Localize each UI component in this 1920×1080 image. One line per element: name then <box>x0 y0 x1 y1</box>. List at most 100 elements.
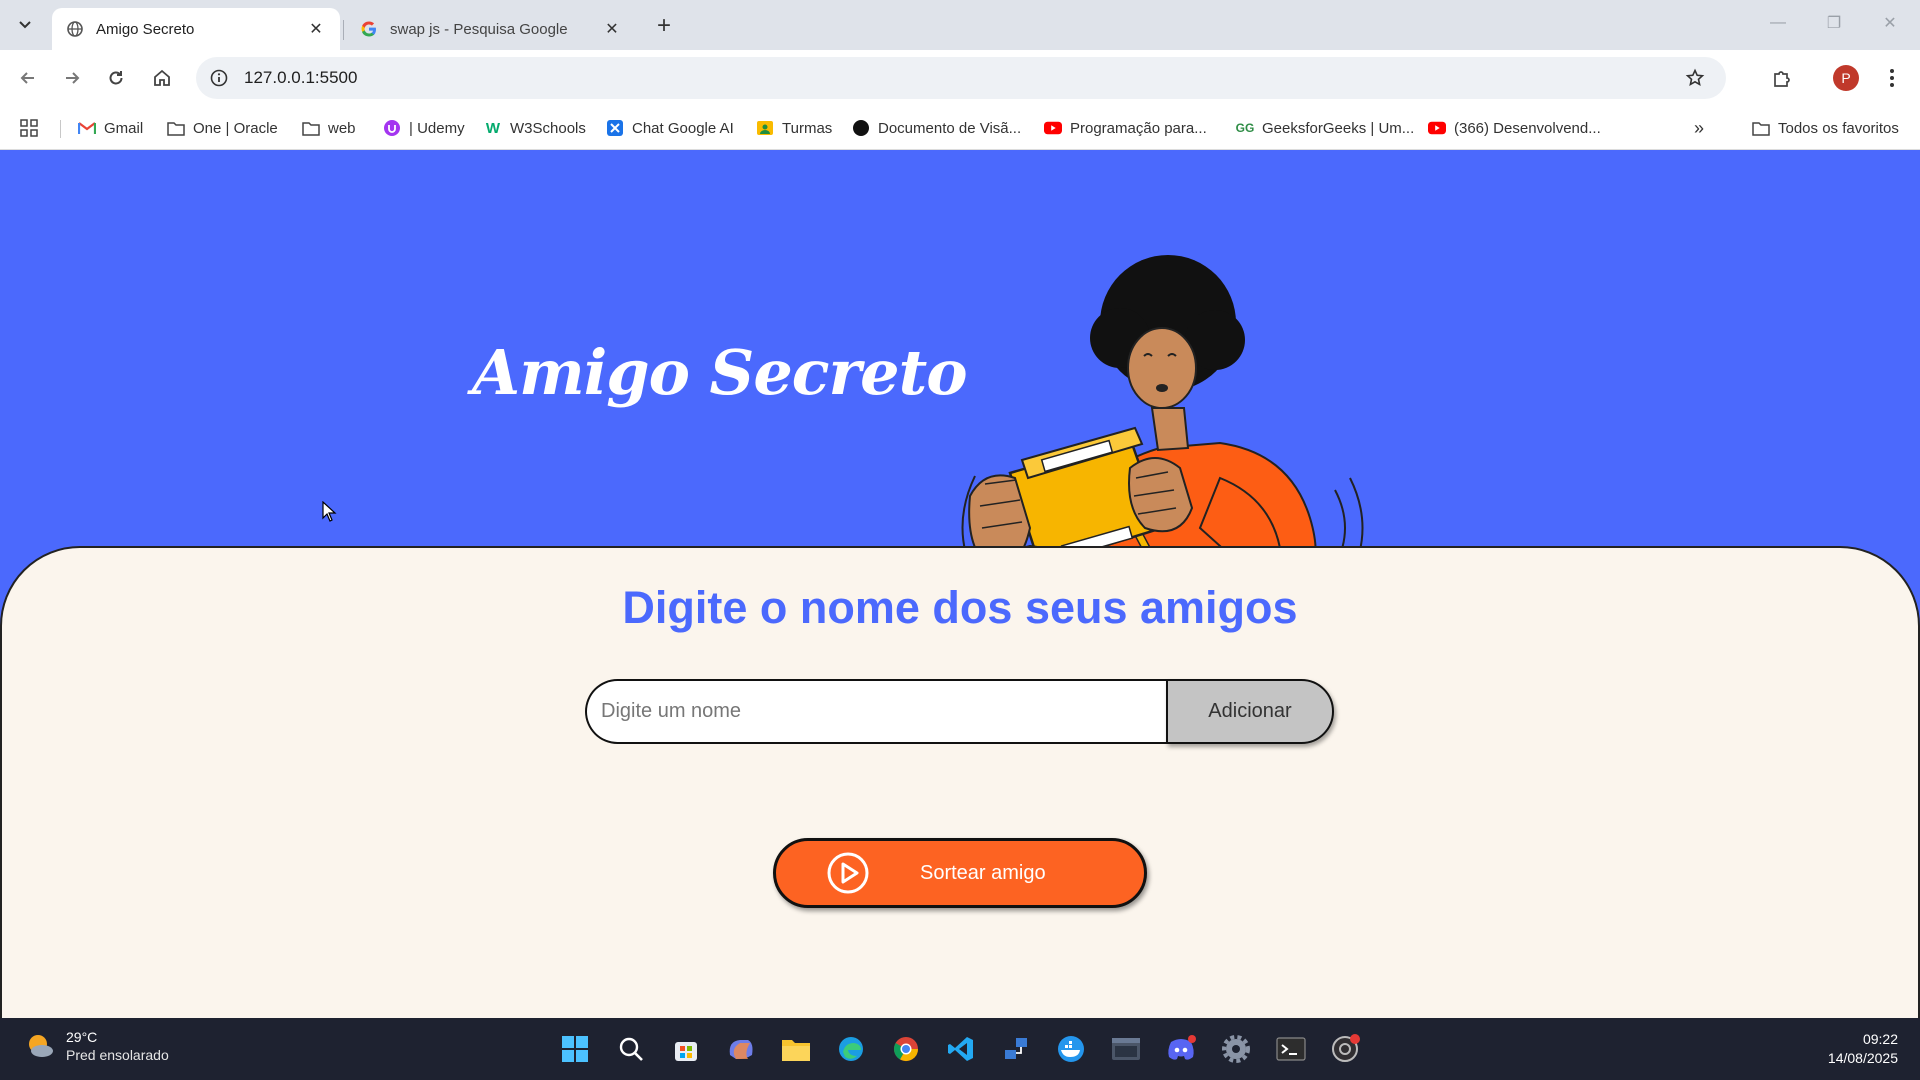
discord-icon <box>1168 1035 1196 1060</box>
apps-grid-icon <box>20 119 38 137</box>
bookmark-desenvolvendo[interactable]: (366) Desenvolvend... <box>1428 116 1601 140</box>
network-icon <box>1005 1038 1027 1059</box>
taskbar-settings[interactable] <box>1217 1030 1255 1068</box>
vscode-icon <box>948 1037 973 1061</box>
windows-logo-icon <box>562 1036 588 1062</box>
draw-button-label: Sortear amigo <box>920 861 1046 884</box>
page-viewport: Amigo Secreto Digite o nome dos seus ami… <box>0 150 1920 1018</box>
youtube-icon <box>1044 119 1062 137</box>
home-icon <box>154 69 170 86</box>
weather-widget[interactable]: 29°C Pred ensolarado <box>24 1028 169 1064</box>
gmail-icon <box>78 119 96 137</box>
home-button[interactable] <box>146 62 178 94</box>
bookmark-label: | Udemy <box>409 119 465 137</box>
tab-google-search[interactable]: swap js - Pesquisa Google ✕ <box>346 8 636 50</box>
close-icon[interactable]: ✕ <box>602 19 622 39</box>
bookmark-w3schools[interactable]: W W3Schools <box>484 116 586 140</box>
partly-sunny-icon <box>29 1035 53 1057</box>
mouse-pointer-icon <box>322 501 337 522</box>
bookmark-web[interactable]: web <box>302 116 356 140</box>
weather-condition: Pred ensolarado <box>66 1047 169 1063</box>
bookmark-label: Programação para... <box>1070 119 1207 137</box>
profile-button[interactable]: P <box>1830 62 1862 94</box>
taskbar-copilot[interactable] <box>722 1030 760 1068</box>
puzzle-icon <box>1774 71 1790 87</box>
taskbar-chrome[interactable] <box>887 1030 925 1068</box>
gear-icon <box>1222 1035 1250 1063</box>
forward-button[interactable] <box>56 62 88 94</box>
google-g-icon <box>360 20 378 38</box>
browser-toolbar: 127.0.0.1:5500 P <box>0 50 1920 106</box>
bookmark-geeksforgeeks[interactable]: GG GeeksforGeeks | Um... <box>1236 116 1415 140</box>
start-button[interactable] <box>556 1030 594 1068</box>
all-bookmarks-folder[interactable]: Todos os favoritos <box>1752 116 1899 140</box>
bookmark-udemy[interactable]: | Udemy <box>383 116 465 140</box>
bookmark-turmas[interactable]: Turmas <box>756 116 832 140</box>
taskbar-search-button[interactable] <box>612 1030 650 1068</box>
bookmark-label: web <box>328 119 356 137</box>
bookmark-label: One | Oracle <box>193 119 278 137</box>
address-bar[interactable]: 127.0.0.1:5500 <box>196 57 1726 99</box>
bookmark-label: (366) Desenvolvend... <box>1454 119 1601 137</box>
site-info-icon[interactable] <box>204 63 234 93</box>
arrow-right-icon <box>66 72 80 84</box>
tab-title: swap js - Pesquisa Google <box>390 20 568 38</box>
taskbar-discord[interactable] <box>1162 1030 1200 1068</box>
terminal-icon <box>1276 1037 1306 1061</box>
bookmark-chat-google-ai[interactable]: Chat Google AI <box>606 116 734 140</box>
bookmark-documento[interactable]: Documento de Visã... <box>852 116 1021 140</box>
minimize-button[interactable]: — <box>1758 8 1798 38</box>
w3schools-icon: W <box>485 119 501 137</box>
tab-amigo-secreto[interactable]: Amigo Secreto ✕ <box>52 8 340 50</box>
extensions-button[interactable] <box>1766 62 1798 94</box>
taskbar-file-explorer[interactable] <box>777 1030 815 1068</box>
bookmark-label: Turmas <box>782 119 833 137</box>
section-title: Digite o nome dos seus amigos <box>622 582 1298 633</box>
chrome-icon <box>893 1037 918 1062</box>
taskbar-window-app[interactable] <box>1107 1030 1145 1068</box>
system-clock[interactable]: 09:22 14/08/2025 <box>1828 1030 1898 1068</box>
tab-divider <box>343 20 344 40</box>
restore-button[interactable]: ❐ <box>1814 8 1854 38</box>
more-vertical-icon <box>1890 69 1894 87</box>
bookmark-gmail[interactable]: Gmail <box>78 116 143 140</box>
bookmarks-bar: Gmail One | Oracle web | Udemy W W3Schoo… <box>0 106 1920 150</box>
reload-button[interactable] <box>100 62 132 94</box>
taskbar-store[interactable] <box>667 1030 705 1068</box>
browser-menu-button[interactable] <box>1876 62 1908 94</box>
bookmark-oracle[interactable]: One | Oracle <box>167 116 278 140</box>
bookmark-star-icon[interactable] <box>1682 65 1708 91</box>
chat-ai-icon <box>606 119 624 137</box>
taskbar-vscode[interactable] <box>942 1030 980 1068</box>
taskbar-obs[interactable] <box>1327 1030 1365 1068</box>
taskbar-network-app[interactable] <box>997 1030 1035 1068</box>
close-icon[interactable]: ✕ <box>306 19 326 39</box>
folder-icon <box>782 1040 810 1061</box>
add-button[interactable]: Adicionar <box>1166 679 1334 744</box>
back-button[interactable] <box>12 62 44 94</box>
bookmark-programacao[interactable]: Programação para... <box>1044 116 1207 140</box>
doc-icon <box>852 119 870 137</box>
draw-friend-button[interactable]: Sortear amigo <box>773 838 1147 908</box>
bookmark-divider <box>60 120 61 138</box>
url-text: 127.0.0.1:5500 <box>244 68 358 87</box>
name-input[interactable] <box>585 679 1167 744</box>
copilot-icon <box>729 1040 753 1059</box>
classroom-icon <box>756 119 774 137</box>
bookmark-label: Chat Google AI <box>632 119 734 137</box>
taskbar-edge[interactable] <box>832 1030 870 1068</box>
bookmark-label: Gmail <box>104 119 144 137</box>
apps-button[interactable] <box>20 116 38 140</box>
hero-title: Amigo Secreto <box>472 336 968 409</box>
globe-icon <box>66 20 84 38</box>
new-tab-button[interactable]: + <box>650 12 678 40</box>
folder-icon <box>302 119 320 137</box>
folder-icon <box>167 119 185 137</box>
more-bookmarks-button[interactable]: » <box>1694 116 1704 140</box>
close-window-button[interactable]: ✕ <box>1870 8 1910 38</box>
taskbar-docker[interactable] <box>1052 1030 1090 1068</box>
windows-taskbar: 29°C Pred ensolarado 09:22 14/08/2025 <box>0 1018 1920 1080</box>
taskbar-terminal[interactable] <box>1272 1030 1310 1068</box>
tab-search-button[interactable] <box>10 10 40 40</box>
search-icon <box>619 1037 643 1061</box>
